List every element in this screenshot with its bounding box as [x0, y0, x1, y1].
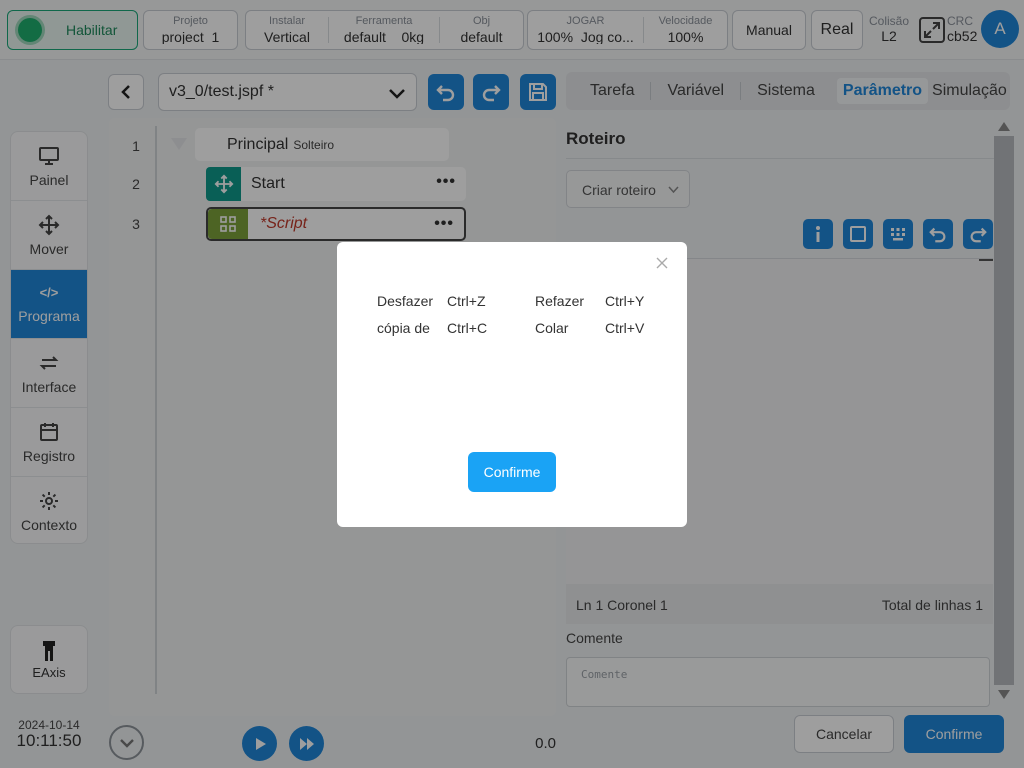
shortcut-action: cópia de [377, 320, 430, 336]
shortcut-action: Colar [535, 320, 569, 336]
shortcut-keys: Ctrl+Y [605, 293, 645, 309]
shortcut-keys: Ctrl+C [447, 320, 488, 336]
shortcut-action: Desfazer [377, 293, 434, 309]
modal-confirm-button[interactable]: Confirme [468, 452, 556, 492]
shortcuts-dialog: Desfazer Ctrl+Z Refazer Ctrl+Y cópia de … [337, 242, 687, 527]
shortcut-keys: Ctrl+Z [447, 293, 486, 309]
shortcut-keys: Ctrl+V [605, 320, 645, 336]
shortcut-action: Refazer [535, 293, 585, 309]
close-icon[interactable] [655, 256, 669, 270]
